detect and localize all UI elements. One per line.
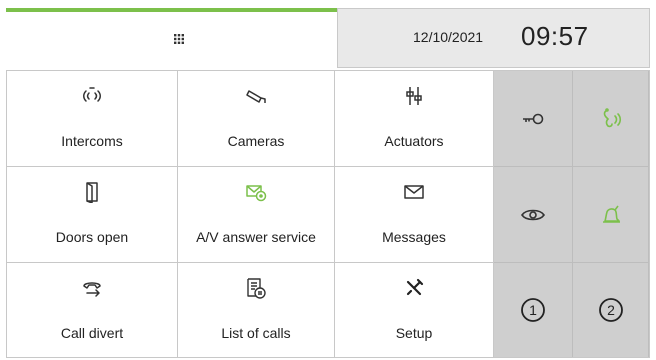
menu-doors-open[interactable]: Doors open	[7, 167, 178, 263]
datetime-panel: 12/10/2021 09:57	[337, 8, 650, 68]
menu-label: Cameras	[227, 133, 285, 149]
menu-cameras[interactable]: Cameras	[178, 71, 335, 167]
menu-call-divert[interactable]: Call divert	[7, 263, 178, 357]
call-list-icon	[245, 277, 267, 299]
menu-label: Messages	[382, 229, 446, 245]
menu-label: Call divert	[60, 325, 124, 341]
grid-icon	[174, 34, 184, 44]
menu-intercoms[interactable]: Intercoms	[7, 71, 178, 167]
header: 12/10/2021 09:57	[0, 0, 656, 70]
main-menu-grid: Intercoms Cameras Actuators Doors open A…	[6, 70, 650, 358]
shortcut-2-button[interactable]: 2	[573, 263, 649, 357]
voice-call-icon	[598, 106, 624, 132]
circle-number-icon: 1	[520, 297, 546, 323]
camera-icon	[245, 85, 267, 107]
bell-icon	[598, 202, 624, 228]
menu-label: Setup	[395, 325, 433, 341]
view-button[interactable]	[494, 167, 573, 263]
answer-service-icon	[245, 181, 267, 203]
circle-number-icon: 2	[598, 297, 624, 323]
home-tab[interactable]	[6, 8, 337, 68]
eye-icon	[520, 202, 546, 228]
key-icon	[520, 106, 546, 132]
shortcut-1-label: 1	[529, 302, 537, 318]
menu-label: Actuators	[384, 133, 444, 149]
bell-button[interactable]	[573, 167, 649, 263]
menu-messages[interactable]: Messages	[335, 167, 494, 263]
envelope-icon	[403, 181, 425, 203]
shortcut-2-label: 2	[607, 302, 615, 318]
actuator-icon	[403, 85, 425, 107]
time-display: 09:57	[521, 21, 589, 51]
menu-list-of-calls[interactable]: List of calls	[178, 263, 335, 357]
menu-av-answer-service[interactable]: A/V answer service	[178, 167, 335, 263]
call-divert-icon	[81, 277, 103, 299]
menu-label: A/V answer service	[196, 229, 316, 245]
menu-label: List of calls	[221, 325, 291, 341]
menu-label: Intercoms	[61, 133, 123, 149]
menu-actuators[interactable]: Actuators	[335, 71, 494, 167]
menu-label: Doors open	[55, 229, 129, 245]
shortcut-1-button[interactable]: 1	[494, 263, 573, 357]
key-button[interactable]	[494, 71, 573, 167]
voice-call-button[interactable]	[573, 71, 649, 167]
date-display: 12/10/2021	[413, 29, 484, 45]
tools-icon	[403, 277, 425, 299]
door-icon	[81, 181, 103, 203]
menu-setup[interactable]: Setup	[335, 263, 494, 357]
intercom-icon	[81, 85, 103, 107]
